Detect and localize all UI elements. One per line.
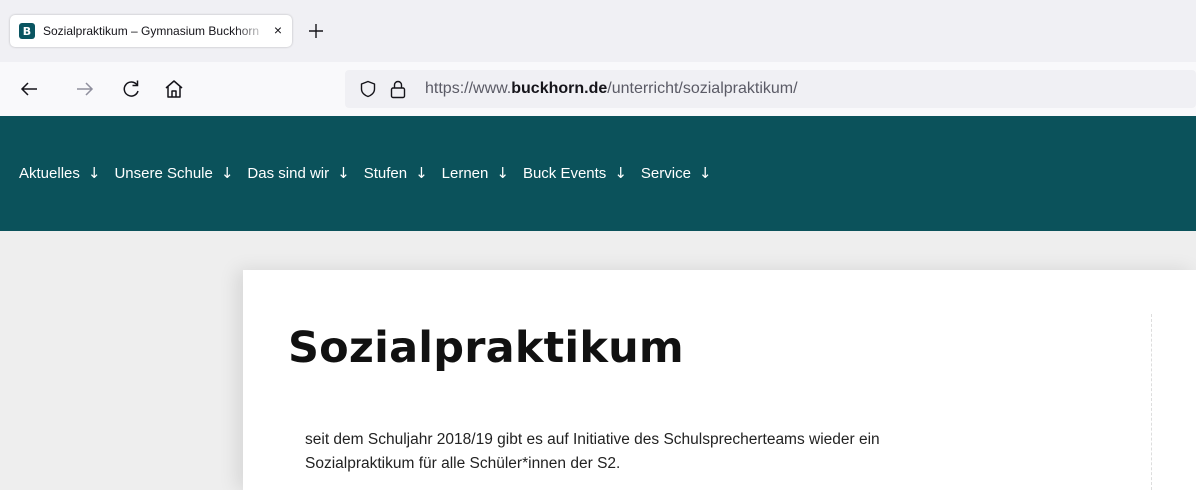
arrow-down-icon: ↓ [220, 164, 234, 182]
arrow-down-icon: ↓ [614, 164, 627, 182]
menu-item-unsere-schule[interactable]: Unsere Schule ↓ [114, 164, 233, 182]
back-arrow-icon[interactable] [18, 78, 40, 100]
menu-item-aktuelles[interactable]: Aktuelles ↓ [19, 164, 100, 182]
intro-line-2: Sozialpraktikum für alle Schüler*innen d… [305, 455, 621, 472]
main-menu: Aktuelles ↓ Unsere Schule ↓ Das sind wir… [19, 164, 726, 182]
intro-line-1: seit dem Schuljahr 2018/19 gibt es auf I… [305, 431, 880, 448]
arrow-down-icon: ↓ [496, 164, 509, 182]
menu-item-label: Das sind wir [247, 164, 330, 182]
site-favicon-icon: B [19, 23, 35, 39]
arrow-down-icon: ↓ [337, 164, 350, 182]
menu-item-lernen[interactable]: Lernen ↓ [442, 164, 509, 182]
intro-paragraph: seit dem Schuljahr 2018/19 gibt es auf I… [305, 428, 1025, 476]
lock-icon[interactable] [389, 79, 407, 99]
tab-strip: B Sozialpraktikum – Gymnasium Buckhorn × [0, 0, 1196, 62]
menu-item-label: Unsere Schule [114, 164, 213, 182]
menu-item-stufen[interactable]: Stufen ↓ [364, 164, 428, 182]
page-title: Sozialpraktikum [288, 323, 684, 373]
sidebar-divider [1151, 314, 1152, 490]
browser-tab[interactable]: B Sozialpraktikum – Gymnasium Buckhorn × [10, 15, 292, 47]
url-prefix: https://www. [425, 80, 512, 97]
menu-item-label: Aktuelles [19, 164, 80, 182]
menu-item-label: Stufen [363, 164, 408, 182]
menu-item-label: Service [640, 164, 691, 182]
tab-title: Sozialpraktikum – Gymnasium Buckhorn [43, 24, 260, 38]
url-bar[interactable]: https://www.buckhorn.de/unterricht/sozia… [345, 70, 1196, 108]
arrow-down-icon: ↓ [87, 164, 101, 182]
site-header: Aktuelles ↓ Unsere Schule ↓ Das sind wir… [0, 116, 1196, 231]
menu-item-service[interactable]: Service ↓ [641, 164, 712, 182]
url-text[interactable]: https://www.buckhorn.de/unterricht/sozia… [425, 80, 798, 98]
url-path: /unterricht/sozialpraktikum/ [607, 80, 798, 97]
arrow-down-icon: ↓ [415, 164, 428, 182]
plus-icon[interactable] [306, 21, 326, 41]
content-card: Sozialpraktikum seit dem Schuljahr 2018/… [243, 270, 1196, 490]
arrow-down-icon: ↓ [698, 164, 712, 182]
menu-item-buck-events[interactable]: Buck Events ↓ [523, 164, 627, 182]
home-icon[interactable] [163, 78, 185, 100]
nav-toolbar: https://www.buckhorn.de/unterricht/sozia… [0, 62, 1196, 116]
tab-close-icon[interactable]: × [274, 22, 282, 38]
menu-item-label: Buck Events [522, 164, 607, 182]
reload-icon[interactable] [120, 78, 142, 100]
menu-item-label: Lernen [441, 164, 489, 182]
menu-item-das-sind-wir[interactable]: Das sind wir ↓ [247, 164, 349, 182]
forward-arrow-icon[interactable] [74, 78, 96, 100]
tracking-shield-icon[interactable] [359, 80, 377, 98]
url-domain: buckhorn.de [511, 80, 608, 97]
